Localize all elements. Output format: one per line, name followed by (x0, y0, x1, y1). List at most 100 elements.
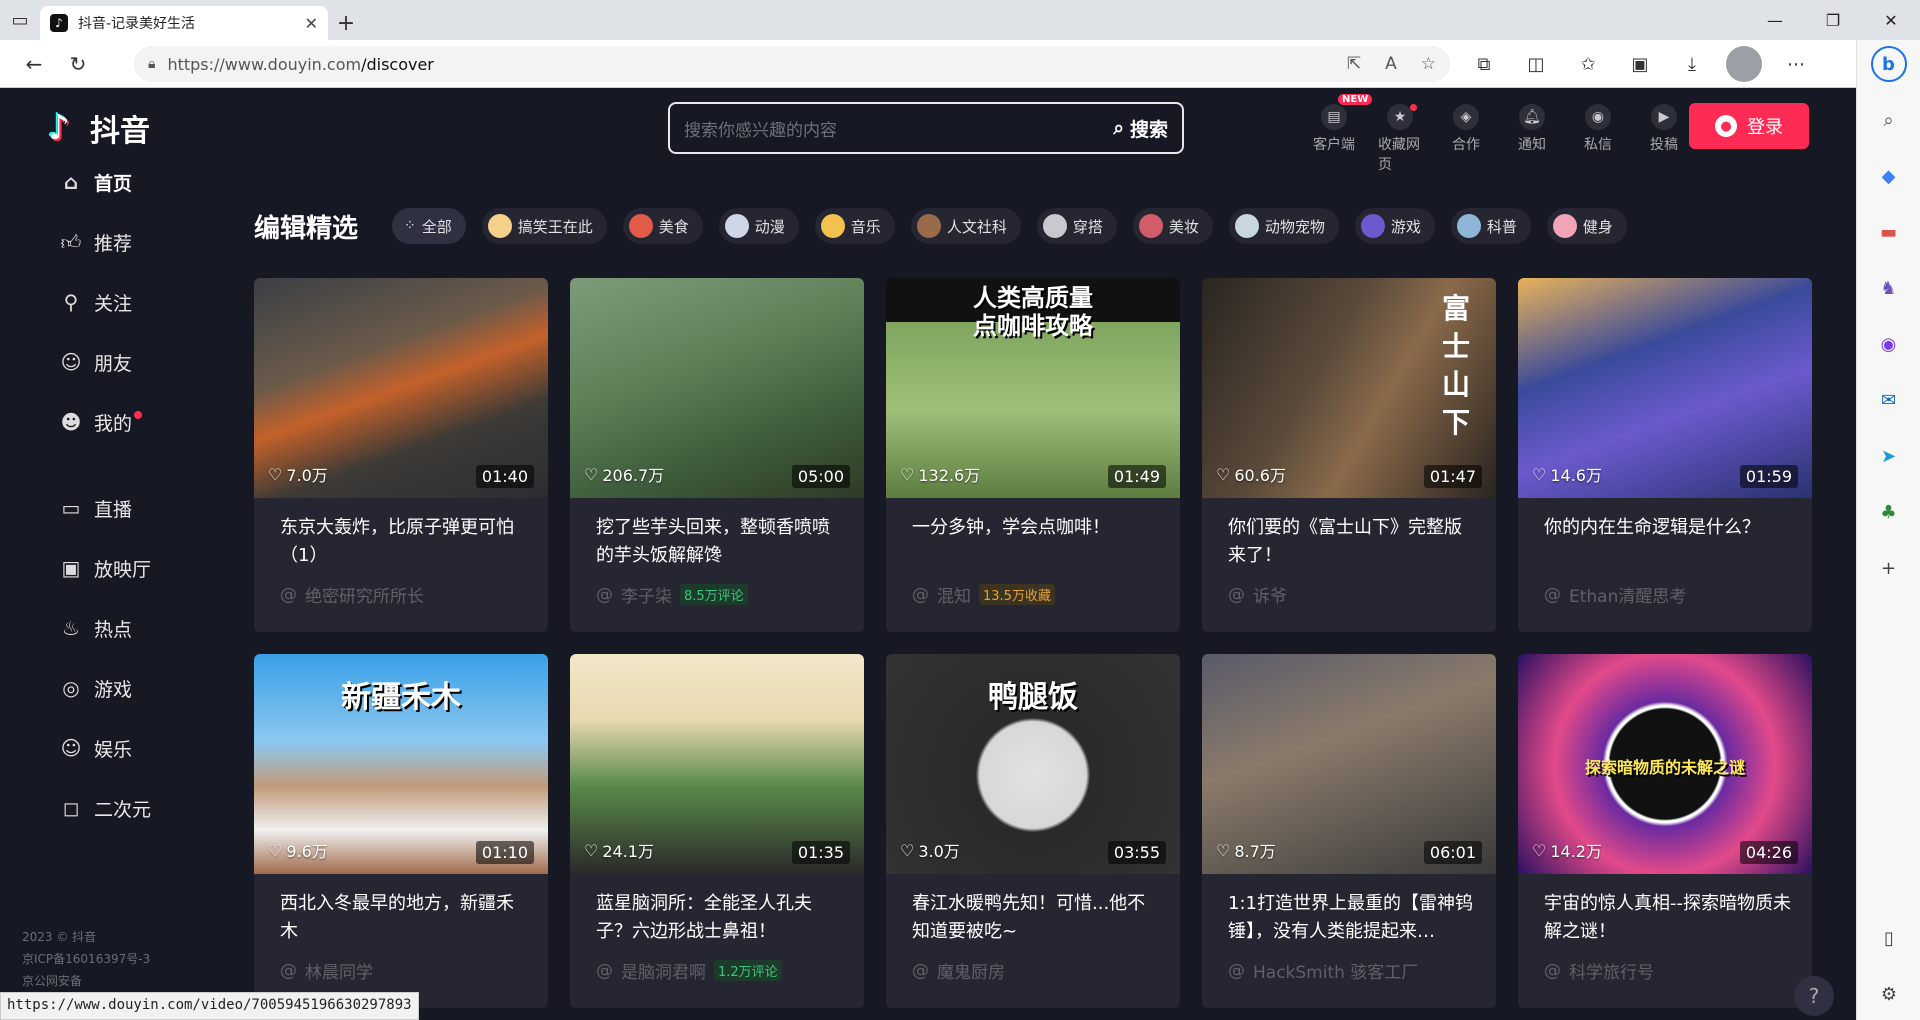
police-record-link[interactable]: 京公网安备 (22, 970, 150, 992)
video-author[interactable]: @ 魔鬼厨房 (912, 958, 1005, 984)
video-author[interactable]: @ 科学旅行号 (1544, 958, 1654, 984)
video-author[interactable]: @ 是脑洞君啊 1.2万评论 (596, 958, 782, 983)
search-icon[interactable]: ⌕ (1871, 102, 1907, 138)
back-button[interactable]: ← (12, 42, 56, 86)
more-menu-icon[interactable]: ⋯ (1778, 46, 1814, 82)
nav-item-8[interactable]: ◎ 游戏 (0, 658, 216, 718)
tree-icon[interactable]: ♣ (1871, 494, 1907, 530)
video-thumbnail[interactable]: ♡ 14.6万 01:59 (1518, 278, 1812, 498)
read-aloud-icon[interactable]: A (1385, 54, 1397, 74)
send-icon[interactable]: ➤ (1871, 438, 1907, 474)
icp-link[interactable]: 京ICP备16016397号-3 (22, 948, 150, 970)
video-author[interactable]: @ HackSmith 骇客工厂 (1228, 958, 1418, 984)
video-thumbnail[interactable]: 新疆禾木 ♡ 9.6万 01:10 (254, 654, 548, 874)
video-card[interactable]: ♡ 206.7万 05:00 挖了些芋头回来，整顿香喷喷的芋头饭解解馋 @ 李子柒 8… (570, 278, 864, 632)
profile-avatar[interactable] (1726, 46, 1762, 82)
outlook-icon[interactable]: ✉ (1871, 382, 1907, 418)
help-button[interactable]: ? (1794, 976, 1834, 1016)
video-card[interactable]: ♡ 14.6万 01:59 你的内在生命逻辑是什么？ @ Ethan清醒思考 (1518, 278, 1812, 632)
minimize-icon[interactable]: — (1746, 0, 1804, 40)
nav-item-4[interactable]: ☻ 我的 (0, 392, 216, 452)
video-card[interactable]: ♡ 24.1万 01:35 蓝星脑洞所：全能圣人孔夫子？六边形战士鼻祖！ @ 是脑洞… (570, 654, 864, 1008)
video-card[interactable]: 探索暗物质的未解之谜 ♡ 14.2万 04:26 宇宙的惊人真相--探索暗物质未解… (1518, 654, 1812, 1008)
nav-item-9[interactable]: ☺ 娱乐 (0, 718, 216, 778)
video-thumbnail[interactable]: ♡ 8.7万 06:01 (1202, 654, 1496, 874)
video-card[interactable]: ♡ 8.7万 06:01 1:1打造世界上最重的【雷神钨锤】，没有人类能提起来… … (1202, 654, 1496, 1008)
header-action-2[interactable]: ◈ 合作 (1444, 104, 1488, 174)
category-tab-6[interactable]: 穿搭 (1036, 208, 1117, 244)
login-button[interactable]: ● 登录 (1689, 103, 1809, 149)
url-field[interactable]: 🔒︎ https://www.douyin.com/discover ⇱ A ☆ (134, 46, 1450, 82)
video-thumbnail[interactable]: 鸭腿饭 ♡ 3.0万 03:55 (886, 654, 1180, 874)
tools-icon[interactable]: ▬ (1871, 214, 1907, 250)
add-icon[interactable]: + (1871, 550, 1907, 586)
header-action-3[interactable]: 🔔︎ 通知 (1510, 104, 1554, 174)
video-author[interactable]: @ 绝密研究所所长 (280, 582, 424, 608)
games-icon[interactable]: ♞ (1871, 270, 1907, 306)
close-window-icon[interactable]: ✕ (1862, 0, 1920, 40)
video-author[interactable]: @ 混知 13.5万收藏 (912, 582, 1055, 607)
collections-icon[interactable]: ▣ (1622, 46, 1658, 82)
downloads-icon[interactable]: ⤓ (1674, 46, 1710, 82)
video-card[interactable]: 鸭腿饭 ♡ 3.0万 03:55 春江水暖鸭先知！可惜...他不知道要被吃~ @ 魔… (886, 654, 1180, 1008)
copilot-icon[interactable]: ◉ (1871, 326, 1907, 362)
douyin-logo[interactable]: ♪ 抖音 (48, 106, 150, 150)
video-card[interactable]: 新疆禾木 ♡ 9.6万 01:10 西北入冬最早的地方，新疆禾木 @ 林晨同学 (254, 654, 548, 1008)
split-screen-icon[interactable]: ◫ (1518, 46, 1554, 82)
video-author[interactable]: @ 诉爷 (1228, 582, 1287, 608)
refresh-button[interactable]: ↻ (56, 42, 100, 86)
favorites-icon[interactable]: ✩ (1570, 46, 1606, 82)
category-tab-8[interactable]: 动物宠物 (1228, 208, 1339, 244)
video-thumbnail[interactable]: 富 士 山 下 ♡ 60.6万 01:47 (1202, 278, 1496, 498)
open-in-app-icon[interactable]: ⇱ (1347, 54, 1361, 74)
video-author[interactable]: @ Ethan清醒思考 (1544, 582, 1686, 608)
video-title[interactable]: 你们要的《富士山下》完整版来了！ (1228, 514, 1478, 570)
nav-item-10[interactable]: ◻ 二次元 (0, 778, 216, 838)
header-action-5[interactable]: ▶ 投稿 (1642, 104, 1686, 174)
nav-item-6[interactable]: ▣ 放映厅 (0, 538, 216, 598)
category-tab-3[interactable]: 动漫 (718, 208, 799, 244)
video-title[interactable]: 一分多钟，学会点咖啡！ (912, 514, 1162, 542)
category-tab-1[interactable]: 搞笑王在此 (481, 208, 607, 244)
video-thumbnail[interactable]: ♡ 7.0万 01:40 (254, 278, 548, 498)
nav-item-2[interactable]: ⚲ 关注 (0, 272, 216, 332)
video-thumbnail[interactable]: ♡ 206.7万 05:00 (570, 278, 864, 498)
category-tab-5[interactable]: 人文社科 (910, 208, 1021, 244)
header-action-4[interactable]: ◉ 私信 (1576, 104, 1620, 174)
search-box[interactable]: 搜索你感兴趣的内容 ⌕ 搜索 (668, 102, 1184, 154)
video-title[interactable]: 挖了些芋头回来，整顿香喷喷的芋头饭解解馋 (596, 514, 846, 570)
close-tab-icon[interactable]: ✕ (305, 14, 318, 33)
video-card[interactable]: ♡ 7.0万 01:40 东京大轰炸，比原子弹更可怕（1） @ 绝密研究所所长 (254, 278, 548, 632)
settings-icon[interactable]: ⚙ (1871, 976, 1907, 1012)
category-tab-11[interactable]: 健身 (1546, 208, 1627, 244)
bing-icon[interactable]: b (1870, 46, 1907, 82)
video-card[interactable]: 人类高质量 点咖啡攻略 ♡ 132.6万 01:49 一分多钟，学会点咖啡！ @ 混… (886, 278, 1180, 632)
video-thumbnail[interactable]: 人类高质量 点咖啡攻略 ♡ 132.6万 01:49 (886, 278, 1180, 498)
search-button[interactable]: ⌕ 搜索 (1113, 115, 1168, 142)
add-favorite-icon[interactable]: ☆ (1421, 54, 1436, 74)
video-title[interactable]: 西北入冬最早的地方，新疆禾木 (280, 890, 530, 946)
category-tab-9[interactable]: 游戏 (1354, 208, 1435, 244)
category-tab-2[interactable]: 美食 (622, 208, 703, 244)
nav-item-0[interactable]: ⌂ 首页 (0, 152, 216, 212)
video-title[interactable]: 东京大轰炸，比原子弹更可怕（1） (280, 514, 530, 570)
maximize-icon[interactable]: ❐ (1804, 0, 1862, 40)
nav-item-1[interactable]: 👍︎ 推荐 (0, 212, 216, 272)
category-tab-4[interactable]: 音乐 (814, 208, 895, 244)
new-tab-button[interactable]: + (328, 6, 364, 40)
category-tab-10[interactable]: 科普 (1450, 208, 1531, 244)
video-title[interactable]: 你的内在生命逻辑是什么？ (1544, 514, 1794, 542)
tab-actions-icon[interactable]: ▭ (0, 0, 40, 40)
video-author[interactable]: @ 林晨同学 (280, 958, 373, 984)
video-title[interactable]: 春江水暖鸭先知！可惜...他不知道要被吃~ (912, 890, 1162, 946)
nav-item-3[interactable]: ☺ 朋友 (0, 332, 216, 392)
category-tab-0[interactable]: ⁘ 全部 (392, 208, 466, 244)
search-input[interactable]: 搜索你感兴趣的内容 (684, 116, 1113, 141)
category-tab-7[interactable]: 美妆 (1132, 208, 1213, 244)
video-card[interactable]: 富 士 山 下 ♡ 60.6万 01:47 你们要的《富士山下》完整版来了！ @ 诉… (1202, 278, 1496, 632)
extensions-icon[interactable]: ⧉ (1466, 46, 1502, 82)
browser-tab[interactable]: ♪ 抖音-记录美好生活 ✕ (40, 6, 328, 40)
video-thumbnail[interactable]: 探索暗物质的未解之谜 ♡ 14.2万 04:26 (1518, 654, 1812, 874)
video-title[interactable]: 1:1打造世界上最重的【雷神钨锤】，没有人类能提起来… (1228, 890, 1478, 946)
video-author[interactable]: @ 李子柒 8.5万评论 (596, 582, 748, 607)
